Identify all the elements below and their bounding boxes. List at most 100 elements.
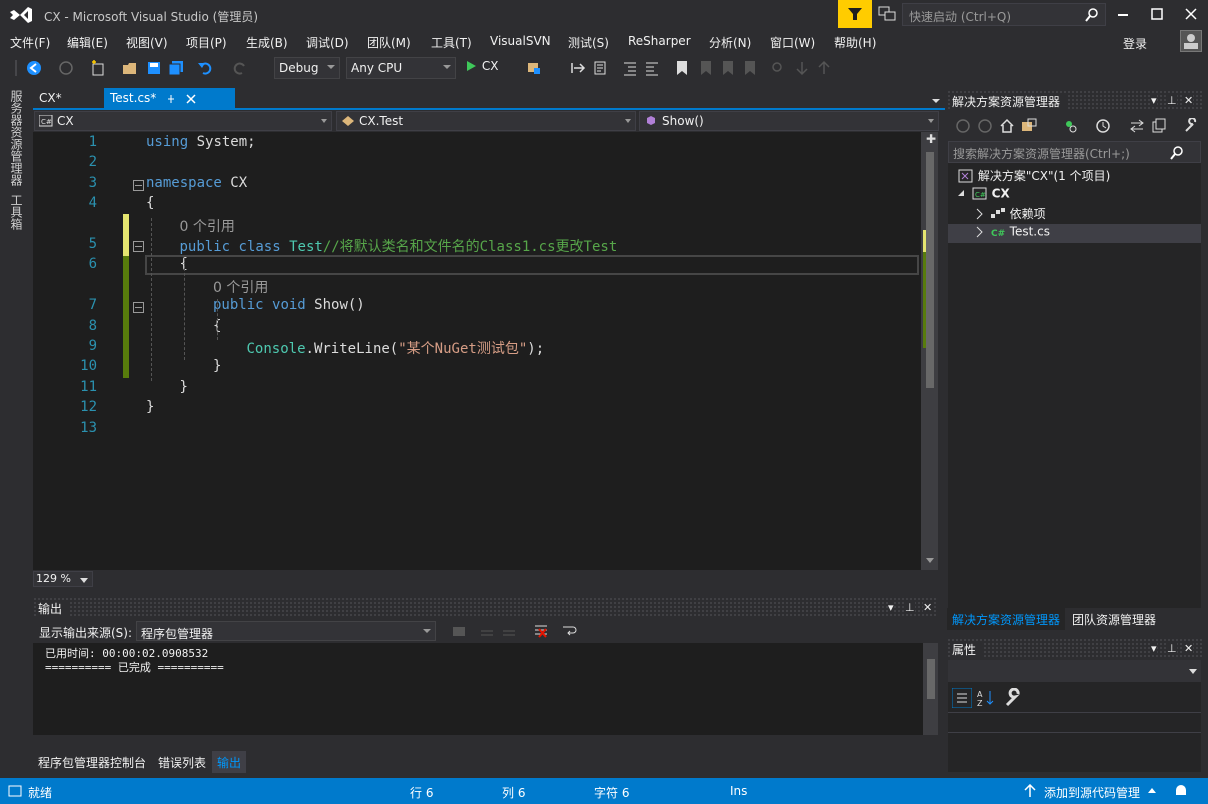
forward-icon[interactable] [58, 60, 74, 76]
prev-message-icon[interactable] [479, 623, 495, 639]
categorized-icon[interactable] [952, 688, 972, 708]
maximize-button[interactable] [1140, 0, 1174, 28]
output-vertical-scrollbar[interactable] [923, 643, 938, 735]
tab-cx-project[interactable]: CX* [33, 88, 103, 110]
chevron-up-icon[interactable] [1148, 788, 1156, 794]
outdent-icon[interactable] [644, 60, 660, 76]
sol-close-icon[interactable]: ✕ [1184, 94, 1194, 107]
collapse-region-icon[interactable] [133, 241, 144, 252]
collapse-region-icon[interactable] [133, 179, 144, 191]
project-dropdown[interactable]: C# CX [34, 111, 332, 131]
output-source-select[interactable]: 程序包管理器 [136, 621, 436, 641]
menu-resharper[interactable]: ReSharper [628, 34, 691, 48]
menu-edit[interactable]: 编辑(E) [67, 34, 108, 51]
menu-build[interactable]: 生成(B) [246, 34, 288, 51]
menu-test[interactable]: 测试(S) [568, 34, 609, 51]
find-message-icon[interactable] [451, 623, 467, 639]
output-horizontal-scrollbar[interactable] [33, 735, 923, 749]
collapse-region-icon[interactable] [133, 302, 144, 314]
alphabetical-icon[interactable]: AZ [976, 688, 996, 708]
sol-menu-icon[interactable]: ▾ [1151, 94, 1157, 107]
prop-pin-icon[interactable]: ⊥ [1167, 642, 1177, 655]
menu-analyze[interactable]: 分析(N) [709, 34, 751, 51]
back-icon[interactable] [26, 60, 42, 76]
scroll-thumb[interactable] [926, 152, 934, 388]
menu-team[interactable]: 团队(M) [367, 34, 411, 51]
menu-project[interactable]: 项目(P) [186, 34, 227, 51]
sol-forward-icon[interactable] [977, 118, 993, 134]
menu-view[interactable]: 视图(V) [126, 34, 168, 51]
new-project-icon[interactable] [90, 60, 106, 76]
comment-icon[interactable] [592, 60, 608, 76]
avatar[interactable] [1180, 30, 1202, 52]
upload-arrow-icon[interactable] [1024, 784, 1036, 798]
split-icon[interactable]: ✚ [926, 132, 936, 148]
menu-debug[interactable]: 调试(D) [306, 34, 349, 51]
next-message-icon[interactable] [501, 623, 517, 639]
sol-pin-icon[interactable]: ⊥ [1167, 94, 1177, 107]
output-pin-icon[interactable]: ⊥ [905, 601, 915, 614]
clear-bookmarks-icon[interactable] [742, 60, 758, 76]
server-explorer-tab[interactable]: 服务器资源管理器 [8, 90, 25, 186]
undo-icon[interactable] [197, 60, 213, 76]
history-icon[interactable] [1095, 118, 1111, 134]
open-file-icon[interactable] [122, 60, 138, 76]
solution-platform-select[interactable]: Any CPU [346, 57, 456, 79]
close-window-button[interactable] [1174, 0, 1208, 28]
notification-bell-icon[interactable] [1172, 782, 1190, 800]
redo-icon[interactable] [232, 60, 248, 76]
word-wrap-icon[interactable] [561, 623, 577, 639]
menu-file[interactable]: 文件(F) [10, 34, 50, 51]
next-bookmark-icon[interactable] [720, 60, 736, 76]
codelens-reference[interactable]: 0 个引用 [213, 277, 268, 297]
toolbox-tab[interactable]: 工具箱 [8, 194, 25, 230]
browse-icon[interactable] [526, 60, 542, 76]
tab-overflow-icon[interactable] [931, 96, 941, 106]
codelens-reference[interactable]: 0 个引用 [180, 216, 235, 236]
minimize-button[interactable] [1106, 0, 1140, 28]
menu-help[interactable]: 帮助(H) [834, 34, 876, 51]
collapse-all-icon[interactable] [1129, 118, 1145, 134]
switch-views-icon[interactable] [1021, 118, 1037, 134]
start-debugging-button[interactable]: CX [464, 58, 498, 78]
menu-window[interactable]: 窗口(W) [770, 34, 815, 51]
tab-team-explorer[interactable]: 团队资源管理器 [1067, 608, 1161, 630]
solution-search-input[interactable]: 搜索解决方案资源管理器(Ctrl+;) [948, 141, 1201, 163]
collapsed-arrow-icon[interactable] [974, 207, 986, 221]
solution-config-select[interactable]: Debug [274, 57, 340, 79]
arrow-up-icon[interactable] [816, 60, 832, 76]
prop-close-icon[interactable]: ✕ [1184, 642, 1194, 655]
menu-visualsvn[interactable]: VisualSVN [490, 34, 551, 48]
wrench-icon[interactable] [1183, 118, 1199, 134]
tree-item-dependencies[interactable]: 依赖项 [974, 205, 1046, 224]
prop-menu-icon[interactable]: ▾ [1151, 642, 1157, 655]
output-scroll-thumb[interactable] [927, 659, 935, 699]
login-link[interactable]: 登录 [1123, 35, 1147, 52]
find-icon[interactable] [770, 60, 786, 76]
scroll-down-icon[interactable] [925, 556, 935, 566]
feedback-icon[interactable] [878, 6, 896, 22]
sync-icon[interactable] [1063, 118, 1079, 134]
notification-filter-button[interactable] [838, 0, 872, 28]
tree-item-test-cs[interactable]: C# Test.cs [948, 224, 1201, 243]
arrow-down-icon[interactable] [794, 60, 810, 76]
pin-icon[interactable] [166, 94, 176, 104]
home-icon[interactable] [999, 118, 1015, 134]
tree-item-project[interactable]: C# CX [956, 186, 1010, 205]
tree-item-solution[interactable]: 解决方案"CX"(1 个项目) [958, 167, 1110, 186]
save-all-icon[interactable] [168, 60, 184, 76]
tab-package-manager-console[interactable]: 程序包管理器控制台 [33, 751, 151, 773]
sol-back-icon[interactable] [955, 118, 971, 134]
tab-error-list[interactable]: 错误列表 [153, 751, 211, 773]
collapsed-arrow-icon[interactable] [974, 225, 986, 239]
close-tab-icon[interactable] [186, 94, 196, 104]
tab-solution-explorer[interactable]: 解决方案资源管理器 [947, 608, 1066, 630]
tab-test-cs[interactable]: Test.cs* [104, 88, 235, 110]
clear-all-icon[interactable] [533, 623, 549, 639]
property-pages-icon[interactable] [1004, 688, 1024, 708]
code-editor[interactable]: 1 using System; 2 3 namespace CX 4 {0 个引用 5 publ… [33, 132, 921, 570]
show-all-files-icon[interactable] [1151, 118, 1167, 134]
menu-tools[interactable]: 工具(T) [431, 34, 472, 51]
expanded-arrow-icon[interactable] [956, 187, 968, 201]
save-icon[interactable] [146, 60, 162, 76]
